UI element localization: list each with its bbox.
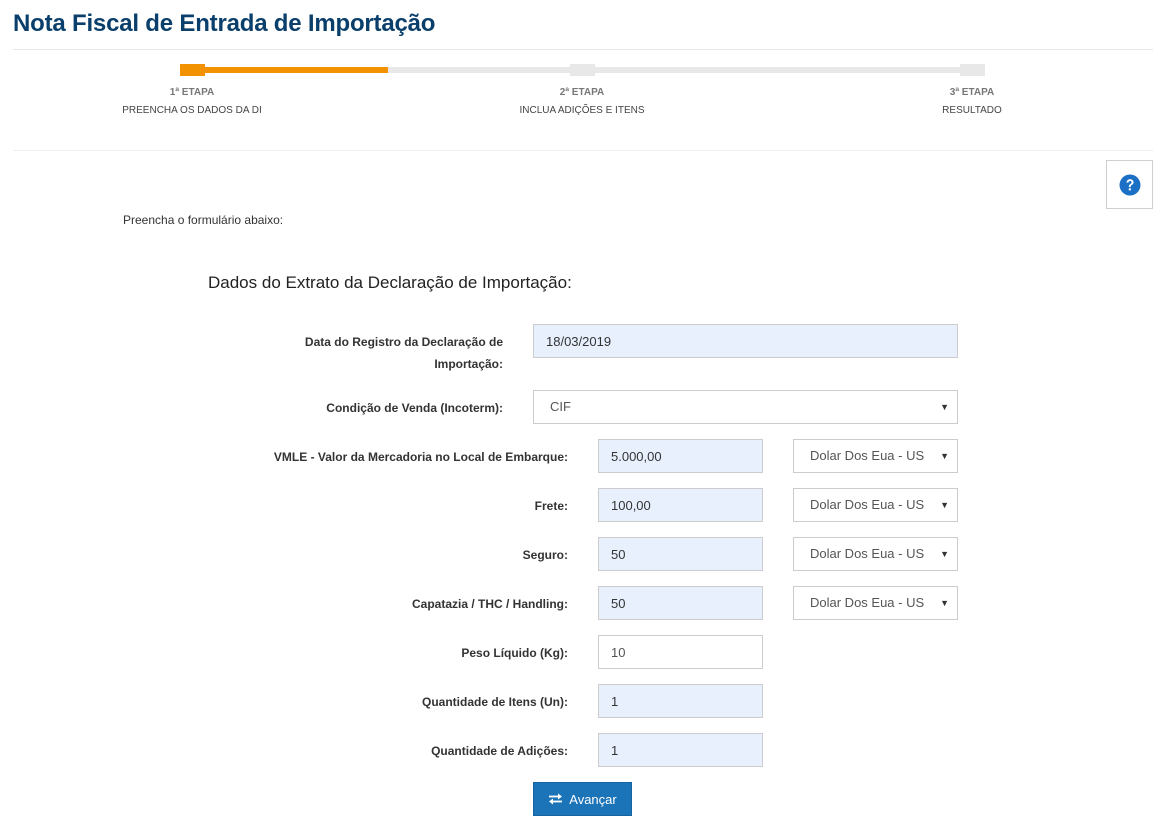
vmle-label: VMLE - Valor da Mercadoria no Local de E… [273, 450, 568, 464]
capatazia-currency-select[interactable]: Dolar Dos Eua - US ▼ [793, 586, 958, 620]
condicao-venda-label: Condição de Venda (Incoterm): [326, 401, 503, 415]
quantidade-itens-label: Quantidade de Itens (Un): [421, 695, 568, 709]
step-3-number: 3ª ETAPA [949, 87, 995, 98]
step-1-number: 1ª ETAPA [169, 87, 215, 98]
question-circle-icon [1119, 174, 1141, 196]
help-button[interactable] [1106, 160, 1153, 209]
seguro-currency-value: Dolar Dos Eua - US [810, 546, 925, 561]
data-registro-label: Data do Registro da Declaração de Import… [213, 331, 503, 375]
seguro-currency-select[interactable]: Dolar Dos Eua - US ▼ [793, 537, 958, 571]
page-title: Nota Fiscal de Entrada de Importação [13, 10, 436, 37]
frete-label: Frete: [534, 499, 568, 513]
advance-button-label: Avançar [569, 791, 617, 807]
step-2-label: INCLUA ADIÇÕES E ITENS [519, 105, 645, 116]
capatazia-label: Capatazia / THC / Handling: [411, 597, 568, 611]
chevron-down-icon: ▼ [940, 402, 949, 412]
step-2-number: 2ª ETAPA [559, 87, 605, 98]
chevron-down-icon: ▼ [940, 451, 949, 461]
step-1-marker [180, 64, 205, 76]
condicao-venda-value: CIF [550, 399, 571, 414]
condicao-venda-select[interactable]: CIF ▼ [533, 390, 958, 424]
step-track [388, 67, 972, 73]
chevron-down-icon: ▼ [940, 598, 949, 608]
capatazia-input[interactable] [598, 586, 763, 620]
seguro-input[interactable] [598, 537, 763, 571]
frete-currency-select[interactable]: Dolar Dos Eua - US ▼ [793, 488, 958, 522]
advance-button[interactable]: Avançar [533, 782, 632, 816]
peso-liquido-input[interactable] [598, 635, 763, 669]
data-registro-label-line1: Data do Registro da Declaração de [304, 335, 503, 349]
step-1-label: PREENCHA OS DADOS DA DI [122, 105, 262, 116]
step-progress-bar [180, 67, 388, 73]
section-title: Dados do Extrato da Declaração de Import… [208, 273, 572, 292]
vmle-currency-select[interactable]: Dolar Dos Eua - US ▼ [793, 439, 958, 473]
step-3-marker [960, 64, 985, 76]
swap-arrows-icon [548, 793, 563, 805]
chevron-down-icon: ▼ [940, 549, 949, 559]
quantidade-adicoes-label: Quantidade de Adições: [431, 744, 568, 758]
data-registro-label-line2: Importação: [434, 357, 503, 371]
data-registro-input[interactable] [533, 324, 958, 358]
capatazia-currency-value: Dolar Dos Eua - US [810, 595, 925, 610]
frete-input[interactable] [598, 488, 763, 522]
step-2-marker [570, 64, 595, 76]
chevron-down-icon: ▼ [940, 500, 949, 510]
peso-liquido-label: Peso Líquido (Kg): [461, 646, 568, 660]
quantidade-itens-input[interactable] [598, 684, 763, 718]
frete-currency-value: Dolar Dos Eua - US [810, 497, 925, 512]
vmle-currency-value: Dolar Dos Eua - US [810, 448, 925, 463]
stepper-divider [13, 150, 1153, 151]
step-3-label: RESULTADO [942, 105, 1002, 116]
seguro-label: Seguro: [522, 548, 568, 562]
form-intro: Preencha o formulário abaixo: [123, 213, 284, 227]
vmle-input[interactable] [598, 439, 763, 473]
quantidade-adicoes-input[interactable] [598, 733, 763, 767]
title-divider [13, 49, 1153, 50]
